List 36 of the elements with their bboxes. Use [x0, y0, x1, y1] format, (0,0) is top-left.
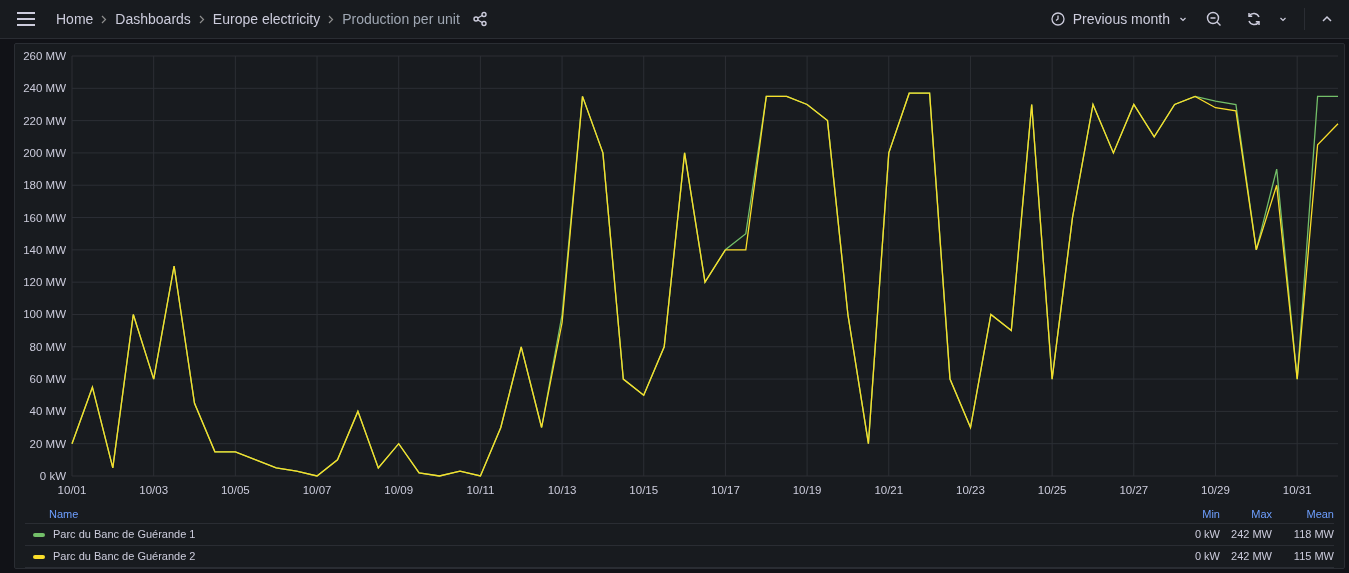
y-axis-label: 20 MW	[29, 437, 66, 450]
y-axis-label: 160 MW	[23, 211, 66, 224]
y-axis-label: 180 MW	[23, 179, 66, 192]
x-axis-label: 10/07	[302, 484, 332, 496]
x-axis-label: 10/11	[466, 484, 495, 496]
x-axis-label: 10/25	[1037, 484, 1067, 496]
legend-value: 242 MW	[1230, 527, 1272, 543]
x-axis-label: 10/31	[1282, 484, 1312, 496]
x-axis-label: 10/27	[1119, 484, 1149, 496]
y-axis-label: 240 MW	[23, 82, 66, 95]
x-axis-label: 10/23	[956, 484, 985, 496]
legend-value: 115 MW	[1292, 549, 1334, 565]
x-axis-label: 10/15	[629, 484, 659, 496]
x-axis-label: 10/05	[220, 484, 250, 496]
y-axis-label: 40 MW	[29, 405, 66, 418]
legend-value: 242 MW	[1230, 549, 1272, 565]
x-axis-label: 10/19	[792, 484, 822, 496]
x-axis-label: 10/17	[711, 484, 740, 496]
y-axis-label: 60 MW	[29, 373, 66, 386]
y-axis-label: 140 MW	[23, 243, 66, 256]
y-axis-label: 260 MW	[23, 50, 66, 62]
x-axis-label: 10/03	[139, 484, 169, 496]
x-axis-label: 10/21	[874, 484, 904, 496]
y-axis-label: 220 MW	[23, 114, 66, 127]
legend-value: 0 kW	[1193, 527, 1220, 543]
y-axis-label: 200 MW	[23, 146, 66, 159]
x-axis-label: 10/01	[57, 484, 87, 496]
y-axis-label: 100 MW	[23, 308, 66, 321]
y-axis-label: 0 kW	[39, 470, 66, 482]
legend-value: 118 MW	[1292, 527, 1334, 543]
legend-value: 0 kW	[1193, 549, 1220, 565]
x-axis-label: 10/09	[384, 484, 414, 496]
y-axis-label: 120 MW	[23, 276, 66, 289]
y-axis-label: 80 MW	[29, 340, 66, 353]
x-axis-label: 10/13	[547, 484, 577, 496]
x-axis-label: 10/29	[1201, 484, 1230, 496]
